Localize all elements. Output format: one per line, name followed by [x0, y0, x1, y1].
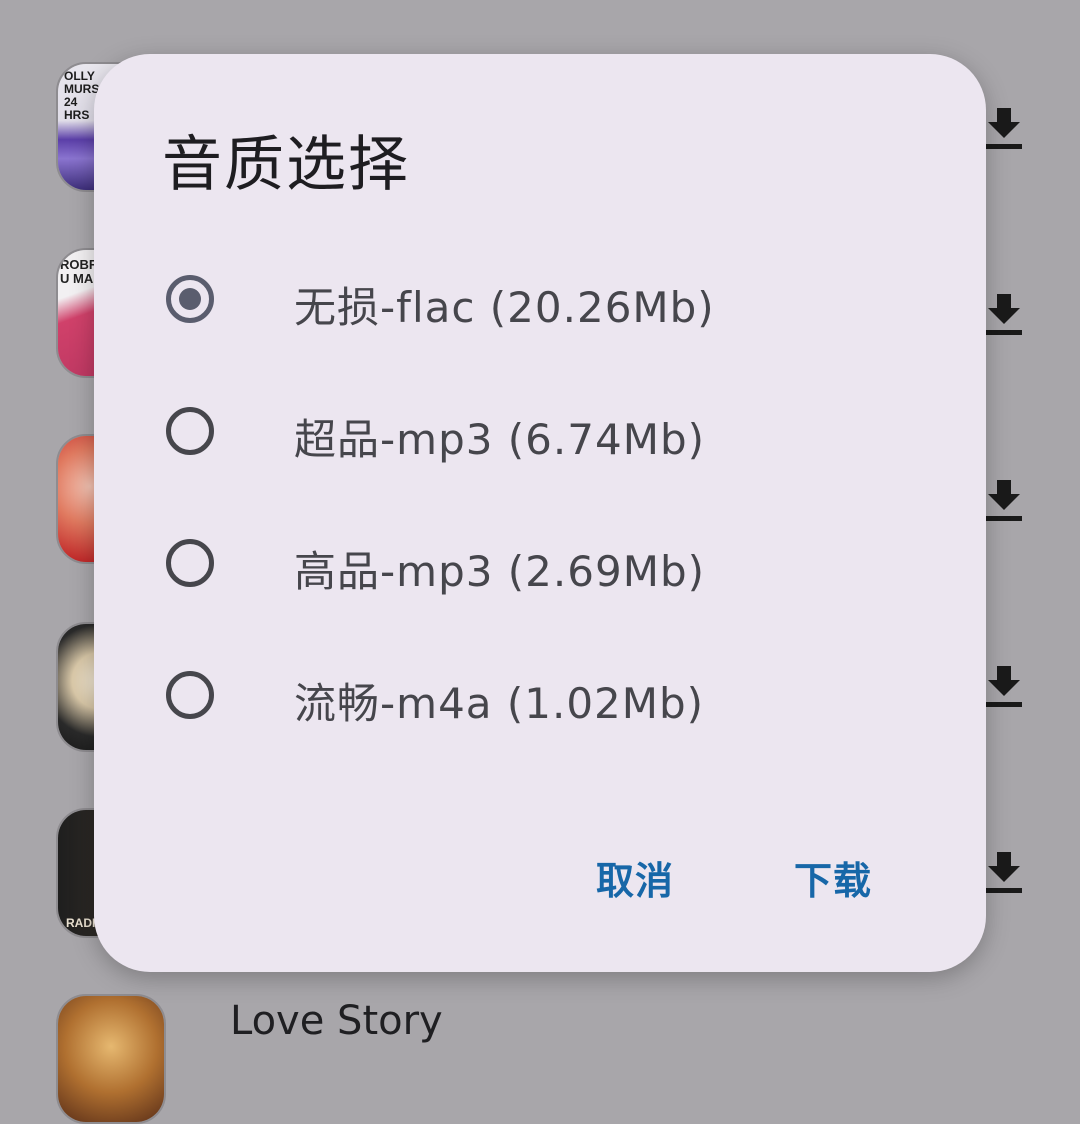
album-cover-6 [56, 994, 166, 1124]
download-icon[interactable] [982, 290, 1026, 338]
download-icon[interactable] [982, 104, 1026, 152]
cancel-button[interactable]: 取消 [596, 850, 674, 905]
quality-option-label: 无损-flac (20.26Mb) [294, 283, 715, 332]
song-title: Love Story [230, 998, 443, 1044]
quality-select-dialog: 音质选择 无损-flac (20.26Mb) 超品-mp3 (6.74Mb) 高… [94, 54, 986, 972]
radio-button[interactable] [166, 407, 214, 455]
quality-option-label: 高品-mp3 (2.69Mb) [294, 547, 705, 596]
quality-option-flac[interactable]: 无损-flac (20.26Mb) [162, 272, 922, 336]
quality-option-mp3-super[interactable]: 超品-mp3 (6.74Mb) [162, 404, 922, 468]
dialog-title: 音质选择 [162, 130, 410, 200]
download-icon[interactable] [982, 476, 1026, 524]
download-icon[interactable] [982, 662, 1026, 710]
quality-option-label: 流畅-m4a (1.02Mb) [294, 679, 705, 728]
radio-button-selected[interactable] [166, 275, 214, 323]
radio-button[interactable] [166, 539, 214, 587]
radio-button[interactable] [166, 671, 214, 719]
quality-option-mp3-high[interactable]: 高品-mp3 (2.69Mb) [162, 536, 922, 600]
download-button[interactable]: 下载 [794, 850, 872, 905]
quality-option-label: 超品-mp3 (6.74Mb) [294, 415, 705, 464]
quality-option-m4a-smooth[interactable]: 流畅-m4a (1.02Mb) [162, 668, 922, 732]
download-icon[interactable] [982, 848, 1026, 896]
